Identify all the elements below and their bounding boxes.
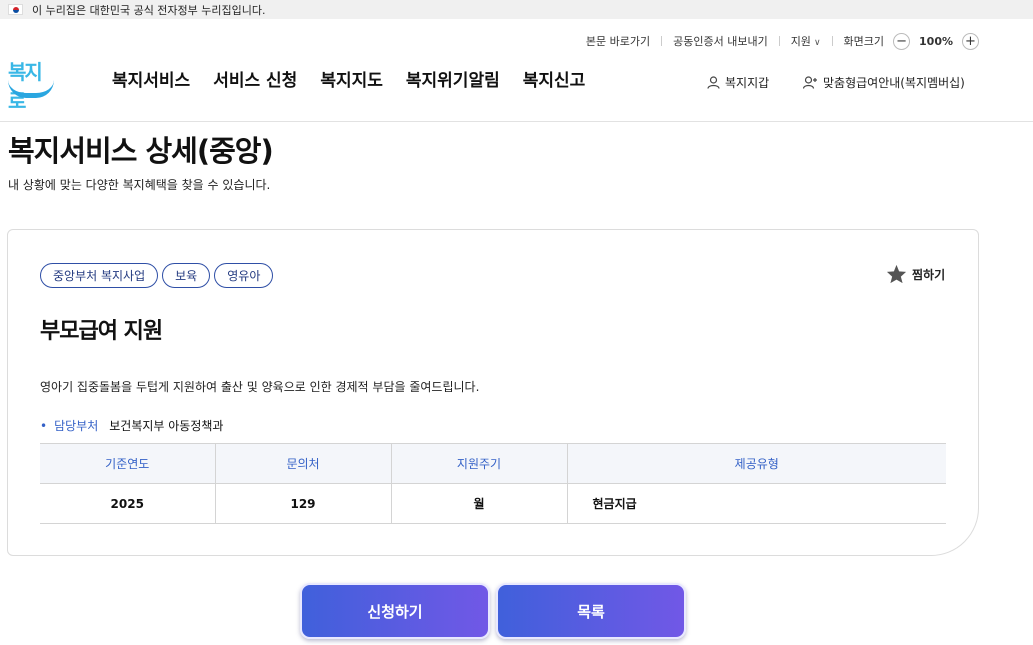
main-nav: 복지서비스 서비스 신청 복지지도 복지위기알림 복지신고	[112, 66, 608, 91]
apply-button[interactable]: 신청하기	[300, 583, 490, 639]
star-icon	[886, 264, 907, 284]
skip-link[interactable]: 본문 바로가기	[586, 33, 650, 49]
header-support-cycle: 지원주기	[391, 443, 568, 484]
department-value: 보건복지부 아동정책과	[109, 419, 224, 433]
header-contact: 문의처	[215, 443, 392, 484]
favorite-label: 찜하기	[912, 267, 946, 282]
table-header-row: 기준연도 문의처 지원주기 제공유형	[40, 443, 946, 484]
header-divider	[0, 121, 1033, 122]
support-dropdown[interactable]: 지원 ∨	[791, 33, 821, 49]
cell-support-cycle: 월	[391, 483, 568, 524]
tag-infant[interactable]: 영유아	[214, 263, 274, 288]
divider	[831, 36, 833, 46]
gov-banner: 이 누리집은 대한민국 공식 전자정부 누리집입니다.	[0, 0, 1033, 19]
department-info: • 담당부처 보건복지부 아동정책과	[40, 417, 223, 434]
cert-export-link[interactable]: 공동인증서 내보내기	[673, 33, 768, 49]
korea-flag-icon	[8, 4, 23, 15]
tag-childcare[interactable]: 보육	[162, 263, 211, 288]
divider	[778, 36, 780, 46]
support-label: 지원	[790, 35, 811, 48]
nav-item-welfare-report[interactable]: 복지신고	[523, 66, 586, 91]
user-plus-icon	[803, 76, 817, 89]
header-provision-type: 제공유형	[567, 443, 946, 484]
nav-item-welfare-map[interactable]: 복지지도	[320, 66, 383, 91]
zoom-label: 화면크기	[843, 35, 885, 48]
nav-item-crisis-alert[interactable]: 복지위기알림	[406, 66, 500, 91]
wallet-link[interactable]: 복지지갑	[707, 74, 769, 91]
nav-item-service-apply[interactable]: 서비스 신청	[213, 66, 297, 91]
header-base-year: 기준연도	[40, 443, 216, 484]
department-label: 담당부처	[54, 419, 99, 433]
tag-central-ministry[interactable]: 중앙부처 복지사업	[40, 263, 159, 288]
utility-bar: 본문 바로가기 공동인증서 내보내기 지원 ∨ 화면크기 − 100% +	[586, 32, 979, 50]
user-icon	[707, 76, 720, 89]
logo[interactable]: 복지로	[6, 56, 56, 113]
zoom-out-button[interactable]: −	[893, 32, 911, 50]
service-tags: 중앙부처 복지사업 보육 영유아	[40, 263, 277, 288]
cell-provision-type: 현금지급	[567, 483, 946, 524]
list-button[interactable]: 목록	[496, 583, 686, 639]
chevron-down-icon: ∨	[813, 38, 821, 48]
service-description: 영아기 집중돌봄을 두텁게 지원하여 출산 및 양육으로 인한 경제적 부담을 …	[40, 380, 480, 394]
favorite-button[interactable]: 찜하기	[886, 264, 945, 284]
nav-item-welfare-service[interactable]: 복지서비스	[112, 66, 190, 91]
wallet-label: 복지지갑	[725, 76, 770, 90]
service-title: 부모급여 지원	[40, 319, 163, 344]
page-description: 내 상황에 맞는 다양한 복지혜택을 찾을 수 있습니다.	[8, 178, 271, 192]
gov-banner-text: 이 누리집은 대한민국 공식 전자정부 누리집입니다.	[32, 3, 266, 17]
table-row: 2025 129 월 현금지급	[40, 483, 946, 524]
cell-contact: 129	[215, 483, 392, 524]
zoom-in-button[interactable]: +	[962, 32, 979, 50]
cell-base-year: 2025	[40, 483, 216, 524]
service-info-table: 기준연도 문의처 지원주기 제공유형 2025 129 월 현금지급	[40, 443, 946, 524]
page-title: 복지서비스 상세(중앙)	[8, 134, 274, 168]
bullet-icon: •	[40, 418, 48, 433]
zoom-value: 100%	[919, 34, 953, 48]
membership-link[interactable]: 맞춤형급여안내(복지멤버십)	[803, 74, 965, 91]
divider	[661, 36, 663, 46]
membership-label: 맞춤형급여안내(복지멤버십)	[823, 76, 965, 90]
